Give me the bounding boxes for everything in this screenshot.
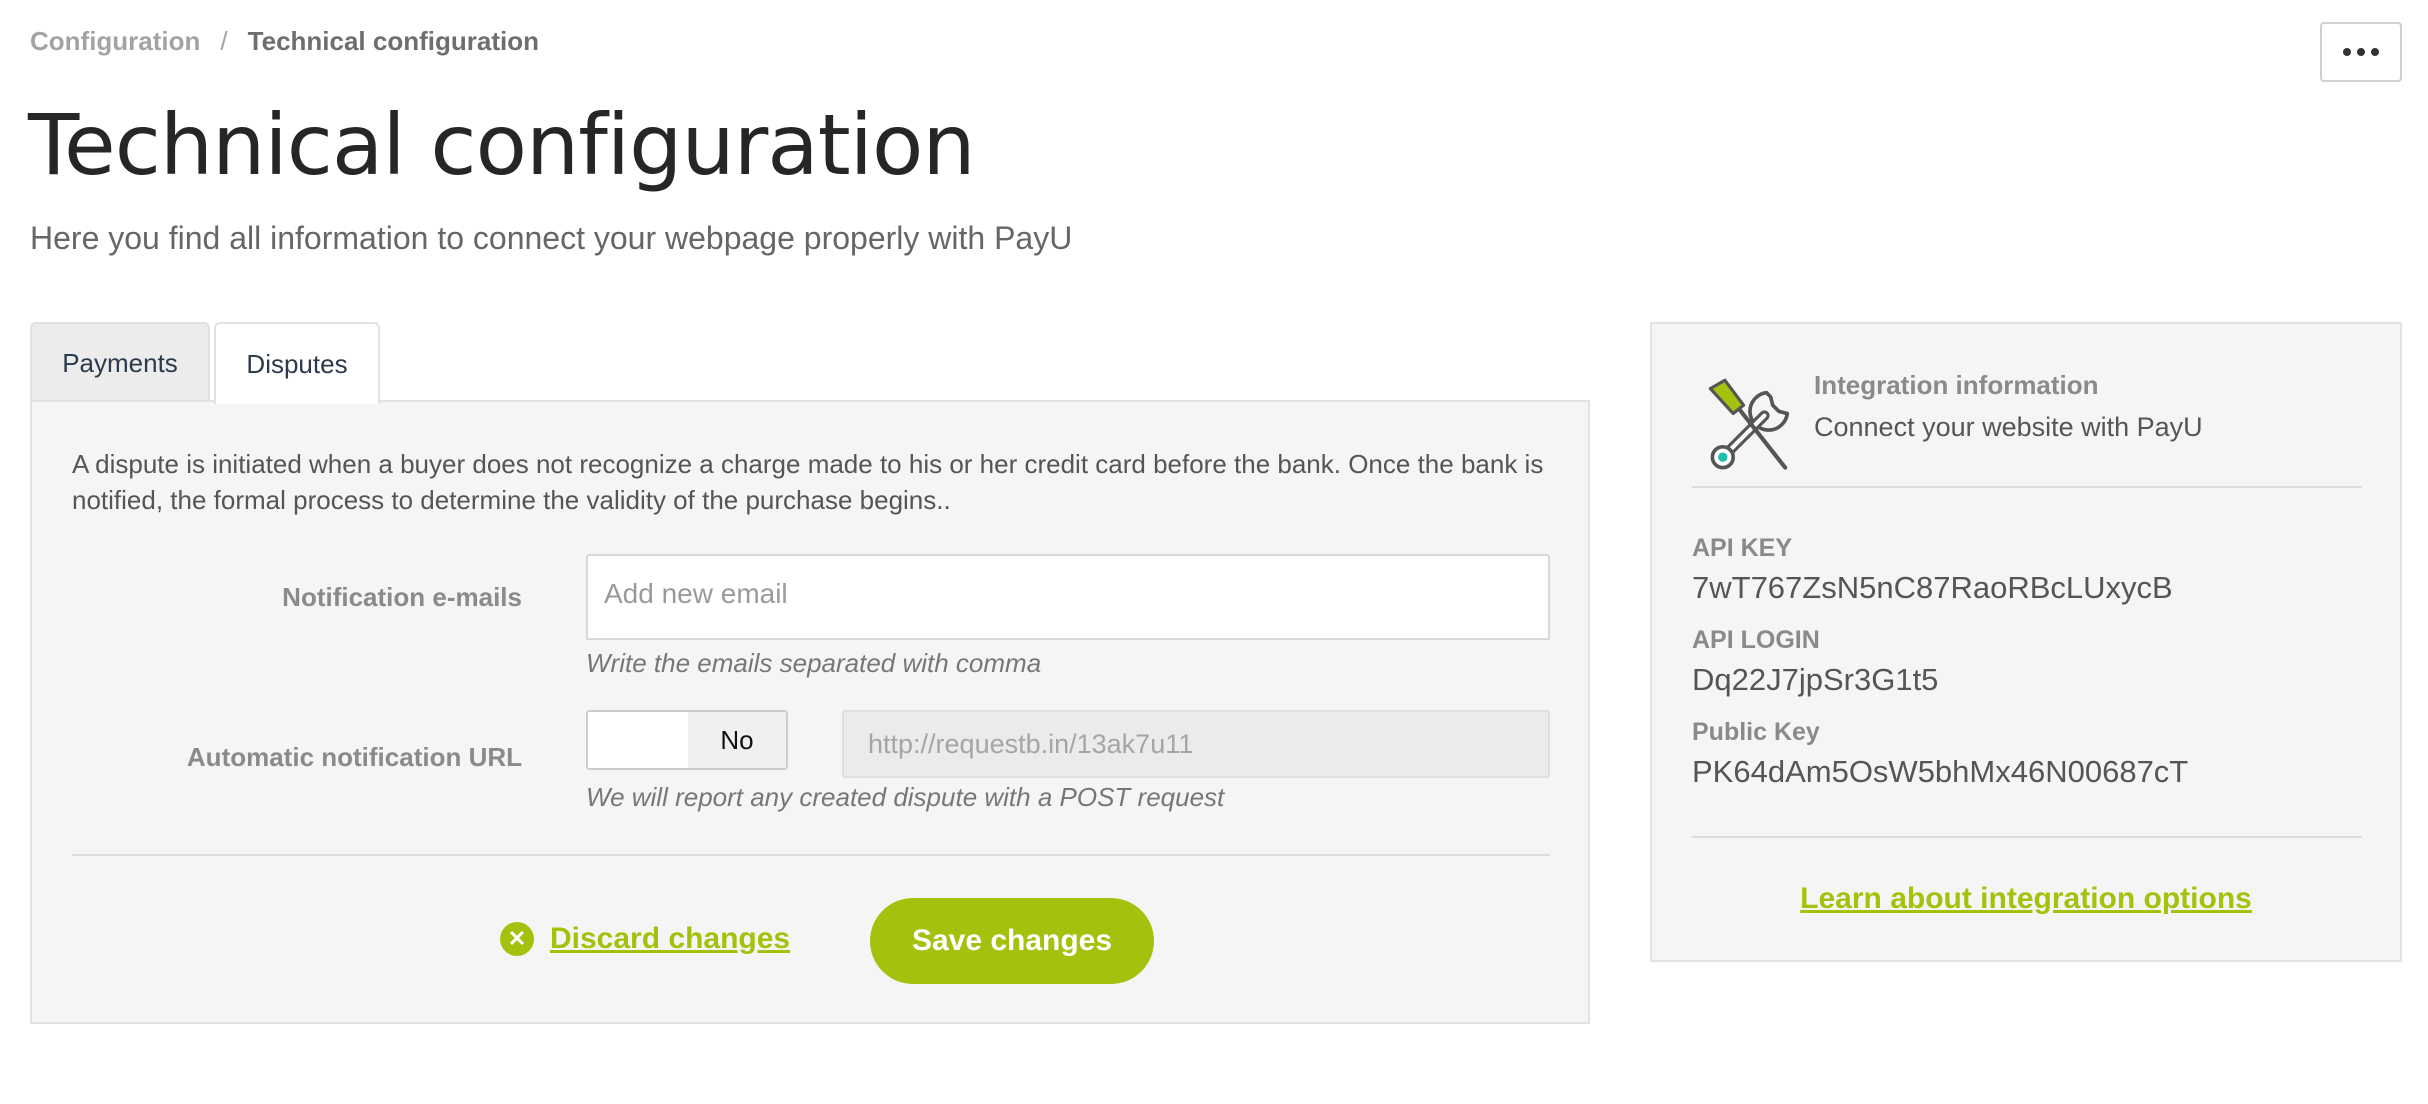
disputes-panel: A dispute is initiated when a buyer does…	[30, 400, 1590, 1024]
close-circle-icon: ✕	[500, 922, 534, 956]
ellipsis-icon	[2371, 48, 2379, 56]
integration-title: Integration information	[1814, 370, 2099, 400]
save-changes-button[interactable]: Save changes	[870, 898, 1154, 984]
breadcrumb-current: Technical configuration	[247, 26, 539, 56]
notification-emails-label: Notification e-mails	[282, 582, 522, 612]
form-divider	[72, 854, 1550, 856]
breadcrumb: Configuration / Technical configuration	[30, 26, 539, 57]
notification-url-toggle[interactable]: No	[586, 710, 788, 770]
integration-info-panel: Integration information Connect your web…	[1650, 322, 2402, 962]
integration-divider-top	[1692, 486, 2362, 488]
toggle-knob	[588, 712, 688, 768]
email-input-shadow	[586, 632, 1550, 640]
public-key-label: Public Key	[1692, 718, 1820, 746]
api-key-label: API KEY	[1692, 534, 1793, 562]
api-login-value: Dq22J7jpSr3G1t5	[1692, 662, 1939, 697]
tools-icon	[1708, 378, 1790, 470]
tab-bar: Payments Disputes	[30, 322, 380, 404]
notification-url-input[interactable]: http://requestb.in/13ak7u11	[842, 710, 1550, 778]
api-key-value: 7wT767ZsN5nC87RaoRBcLUxycB	[1692, 570, 2173, 605]
notification-email-input[interactable]: Add new email	[586, 554, 1550, 634]
ellipsis-icon	[2343, 48, 2351, 56]
emails-help-text: Write the emails separated with comma	[586, 648, 1042, 678]
breadcrumb-configuration-link[interactable]: Configuration	[30, 26, 200, 57]
disputes-description: A dispute is initiated when a buyer does…	[72, 449, 1544, 515]
notification-url-label: Automatic notification URL	[186, 742, 522, 772]
api-login-label: API LOGIN	[1692, 626, 1820, 654]
integration-divider-bottom	[1692, 836, 2362, 838]
page-title: Technical configuration	[28, 96, 976, 194]
url-help-text: We will report any created dispute with …	[586, 782, 1225, 812]
integration-subtitle: Connect your website with PayU	[1814, 412, 2203, 442]
integration-options-link[interactable]: Learn about integration options	[1652, 882, 2400, 916]
page-subtitle: Here you find all information to connect…	[30, 220, 1073, 256]
discard-changes-label: Discard changes	[550, 922, 791, 955]
breadcrumb-separator: /	[220, 26, 228, 56]
ellipsis-icon	[2357, 48, 2365, 56]
tab-disputes[interactable]: Disputes	[214, 322, 380, 404]
discard-changes-button[interactable]: ✕ Discard changes	[500, 922, 790, 956]
tab-payments[interactable]: Payments	[30, 322, 210, 402]
more-options-button[interactable]	[2320, 22, 2402, 82]
public-key-value: PK64dAm5OsW5bhMx46N00687cT	[1692, 754, 2189, 789]
toggle-label: No	[720, 724, 754, 755]
